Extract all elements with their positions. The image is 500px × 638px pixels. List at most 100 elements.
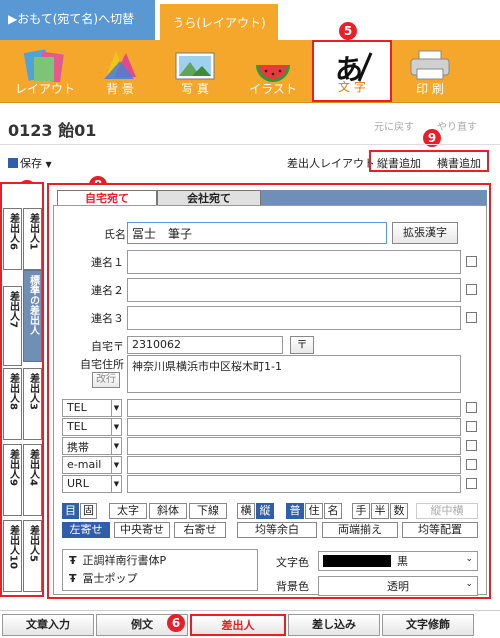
background-color-select[interactable]: 透明 ⌄ xyxy=(318,576,478,596)
bottom-bar: 文章入力 例文 差出人 差し込み 文字修飾 xyxy=(0,610,500,638)
toolbar-layout-button[interactable]: レイアウト xyxy=(10,40,80,102)
sender-tab-1[interactable]: 差出人1 xyxy=(23,208,42,270)
half-width-button[interactable]: 半 xyxy=(371,503,389,519)
contact-type-select-5[interactable]: URL ▼ xyxy=(62,475,122,493)
contact-input-3[interactable] xyxy=(127,437,461,455)
form-area: 氏名 冨士 筆子 拡張漢字 連名１ 連名２ 連名３ 自宅〒 2310062 〒 … xyxy=(53,205,487,596)
tate-chu-yoko-button[interactable]: 縦中横 xyxy=(416,503,478,519)
toolbar-illustration-button[interactable]: イラスト xyxy=(238,40,308,102)
text-decoration-button[interactable]: 文字修飾 xyxy=(382,614,474,636)
font-list[interactable]: Ŧ 正調祥南行書体P Ŧ 冨士ポップ xyxy=(62,549,258,591)
chevron-down-icon: ▼ xyxy=(111,457,121,473)
tab-company-address[interactable]: 会社宛て xyxy=(157,190,261,206)
contact-type-select-2[interactable]: TEL ▼ xyxy=(62,418,122,436)
name-input[interactable]: 冨士 筆子 xyxy=(127,222,387,244)
toolbar-photo-button[interactable]: 写 真 xyxy=(160,40,230,102)
sender-tab-5[interactable]: 差出人5 xyxy=(23,520,42,592)
sender-tab-9[interactable]: 差出人9 xyxy=(3,444,22,516)
sender-tab-3[interactable]: 差出人3 xyxy=(23,368,42,440)
redo-button[interactable]: やり直す xyxy=(437,118,477,133)
toolbar-background-label: 背 景 xyxy=(106,82,134,96)
joint-name-2-checkbox[interactable] xyxy=(466,284,477,295)
sender-tab-7[interactable]: 差出人7 xyxy=(3,286,22,366)
chevron-down-icon: ▼ xyxy=(111,476,121,492)
text-color-value: 黒 xyxy=(397,555,408,568)
joint-name-1-input[interactable] xyxy=(127,250,461,274)
sender-tab-4[interactable]: 差出人4 xyxy=(23,444,42,516)
bold-button[interactable]: 太字 xyxy=(109,503,147,519)
color-swatch xyxy=(323,555,391,567)
toolbar-print-label: 印 刷 xyxy=(416,82,444,96)
zip-lookup-button[interactable]: 〒 xyxy=(290,336,314,354)
expand-kanji-button[interactable]: 拡張漢字 xyxy=(392,222,458,244)
toolbar-background-button[interactable]: 背 景 xyxy=(85,40,155,102)
joint-name-3-input[interactable] xyxy=(127,306,461,330)
contact-checkbox-2[interactable] xyxy=(466,421,477,432)
text-input-button[interactable]: 文章入力 xyxy=(2,614,94,636)
contact-type-2-value: TEL xyxy=(67,420,87,433)
toolbar-print-button[interactable]: 印 刷 xyxy=(395,40,465,102)
undo-button[interactable]: 元に戻す xyxy=(374,118,414,133)
address-style-button[interactable]: 住 xyxy=(305,503,323,519)
tab-back-side[interactable]: うら(レイアウト) xyxy=(160,4,278,40)
contact-checkbox-1[interactable] xyxy=(466,402,477,413)
joint-name-3-label: 連名３ xyxy=(91,312,124,325)
illustration-icon xyxy=(256,65,290,82)
contact-input-2[interactable] xyxy=(127,418,461,436)
tab-bar-fill xyxy=(261,190,487,206)
sender-tab-8[interactable]: 差出人8 xyxy=(3,368,22,440)
callout-6: 6 xyxy=(167,614,185,632)
sender-button[interactable]: 差出人 xyxy=(190,614,286,636)
save-label: 保存 xyxy=(20,157,42,170)
hand-style-button[interactable]: 手 xyxy=(352,503,370,519)
toolbar-text-button[interactable]: あ 文 字 xyxy=(312,40,392,102)
sender-edit-panel: 自宅宛て 会社宛て 氏名 冨士 筆子 拡張漢字 連名１ 連名２ 連名３ 自宅〒 … xyxy=(47,183,491,599)
joint-name-2-input[interactable] xyxy=(127,278,461,302)
tab-front-side[interactable]: ▶おもて(宛て名)へ切替 xyxy=(0,0,155,40)
contact-type-select-3[interactable]: 携帯 ▼ xyxy=(62,437,122,455)
horizontal-button[interactable]: 横 xyxy=(237,503,255,519)
align-right-button[interactable]: 右寄せ xyxy=(174,522,226,538)
style-toggle-me[interactable]: 目 xyxy=(62,503,79,519)
sender-tab-10[interactable]: 差出人10 xyxy=(3,520,22,592)
font-list-item[interactable]: Ŧ 正調祥南行書体P xyxy=(69,552,251,570)
chevron-down-icon: ▼ xyxy=(111,400,121,416)
address-input[interactable]: 神奈川県横浜市中区桜木町1-1 xyxy=(127,355,461,393)
align-center-button[interactable]: 中央寄せ xyxy=(114,522,170,538)
callout-5: 5 xyxy=(339,22,357,40)
save-button[interactable]: 保存 ▼ xyxy=(8,155,52,171)
font-list-item[interactable]: Ŧ 冨士ポップ xyxy=(69,570,251,588)
align-left-button[interactable]: 左寄せ xyxy=(62,522,110,538)
italic-button[interactable]: 斜体 xyxy=(149,503,187,519)
style-toggle-ko[interactable]: 固 xyxy=(80,503,97,519)
contact-checkbox-5[interactable] xyxy=(466,478,477,489)
equal-margin-button[interactable]: 均等余白 xyxy=(237,522,317,538)
contact-type-select-1[interactable]: TEL ▼ xyxy=(62,399,122,417)
add-horizontal-button[interactable]: 横書追加 xyxy=(437,155,481,171)
number-button[interactable]: 数 xyxy=(390,503,408,519)
contact-input-1[interactable] xyxy=(127,399,461,417)
vertical-button[interactable]: 縦 xyxy=(256,503,274,519)
sender-tab-default[interactable]: 標準の差出人 xyxy=(23,270,42,362)
contact-input-5[interactable] xyxy=(127,475,461,493)
normal-button[interactable]: 普 xyxy=(286,503,304,519)
name-style-button[interactable]: 名 xyxy=(324,503,342,519)
justify-button[interactable]: 両端揃え xyxy=(322,522,398,538)
mail-merge-button[interactable]: 差し込み xyxy=(288,614,380,636)
truetype-icon: Ŧ xyxy=(69,572,77,585)
floppy-icon xyxy=(8,158,18,168)
contact-checkbox-4[interactable] xyxy=(466,459,477,470)
contact-type-select-4[interactable]: e-mail ▼ xyxy=(62,456,122,474)
joint-name-1-checkbox[interactable] xyxy=(466,256,477,267)
zip-input[interactable]: 2310062 xyxy=(127,336,283,354)
distribute-button[interactable]: 均等配置 xyxy=(402,522,478,538)
underline-button[interactable]: 下線 xyxy=(189,503,227,519)
joint-name-3-checkbox[interactable] xyxy=(466,312,477,323)
contact-checkbox-3[interactable] xyxy=(466,440,477,451)
sender-tab-6[interactable]: 差出人6 xyxy=(3,208,22,270)
contact-input-4[interactable] xyxy=(127,456,461,474)
newline-button[interactable]: 改行 xyxy=(92,372,120,388)
add-vertical-button[interactable]: 縦書追加 xyxy=(377,155,421,171)
text-color-select[interactable]: 黒 ⌄ xyxy=(318,551,478,571)
background-icon xyxy=(104,51,136,79)
